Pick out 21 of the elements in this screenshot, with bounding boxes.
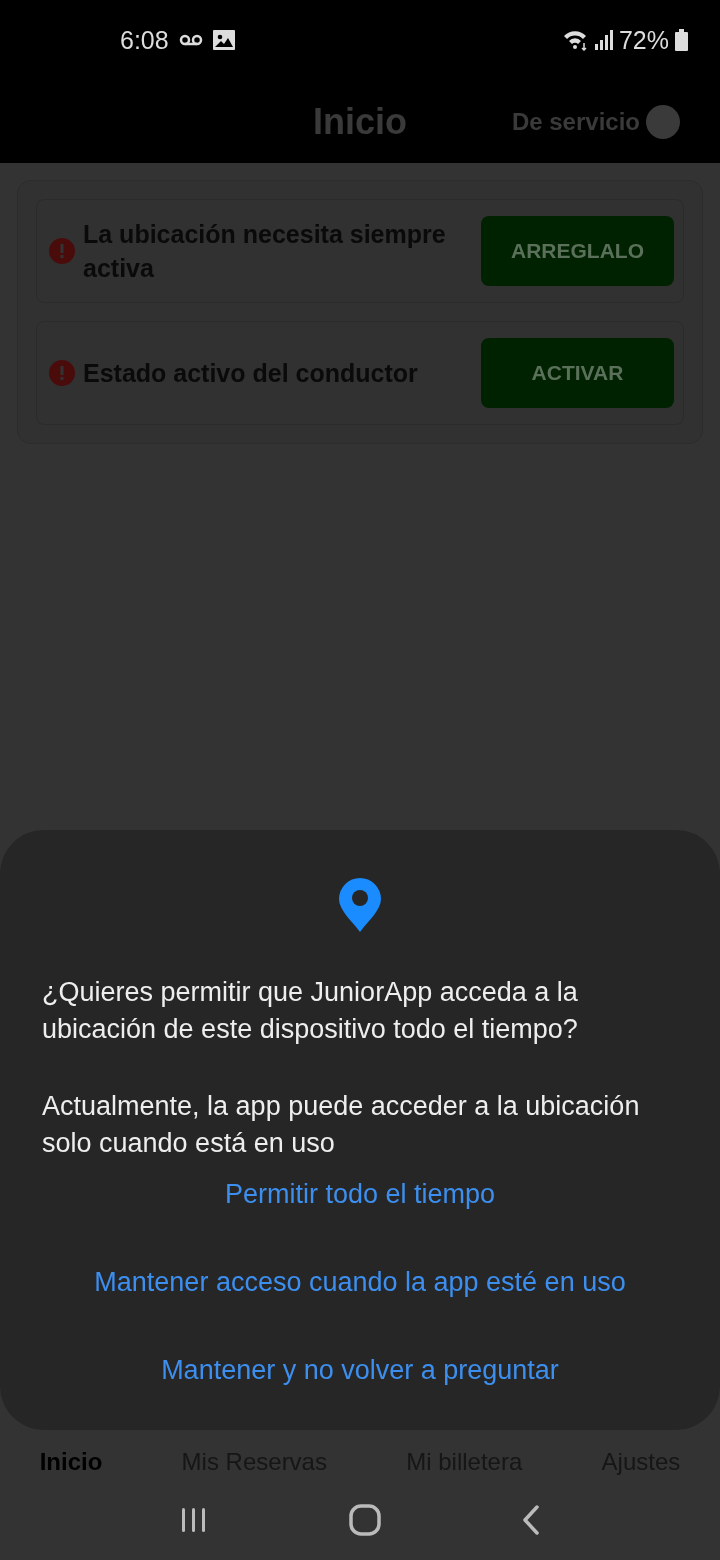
screen-title: Inicio xyxy=(313,100,407,143)
clock: 6:08 xyxy=(120,25,169,55)
location-pin-icon xyxy=(339,878,381,932)
wifi-icon xyxy=(562,29,589,51)
duty-label: De servicio xyxy=(511,107,640,136)
option-button[interactable]: Mantener y no volver a preguntar xyxy=(153,1326,567,1414)
option-button[interactable]: Mantener acceso cuando la app esté en uso xyxy=(86,1238,634,1326)
dialog-message: Actualmente, la app puede acceder a la ubicación solo cuando está en uso xyxy=(42,1090,641,1160)
warning-icon xyxy=(49,238,75,264)
battery-icon xyxy=(675,29,688,51)
warning-icon xyxy=(49,360,75,386)
duty-toggle[interactable] xyxy=(646,104,680,139)
back-icon[interactable] xyxy=(521,1505,540,1535)
voicemail-icon xyxy=(178,33,203,47)
action-button[interactable]: ARREGLALO xyxy=(481,216,674,286)
action-button[interactable]: ACTIVAR xyxy=(481,338,674,408)
home-icon[interactable] xyxy=(349,1504,381,1536)
signal-icon xyxy=(594,30,613,50)
image-icon xyxy=(212,30,235,50)
battery-level: 72% xyxy=(618,25,669,55)
dialog-question: ¿Quieres permitir que JuniorApp acceda a la ubicación de este dispositivo todo el tiempo? xyxy=(42,976,579,1046)
